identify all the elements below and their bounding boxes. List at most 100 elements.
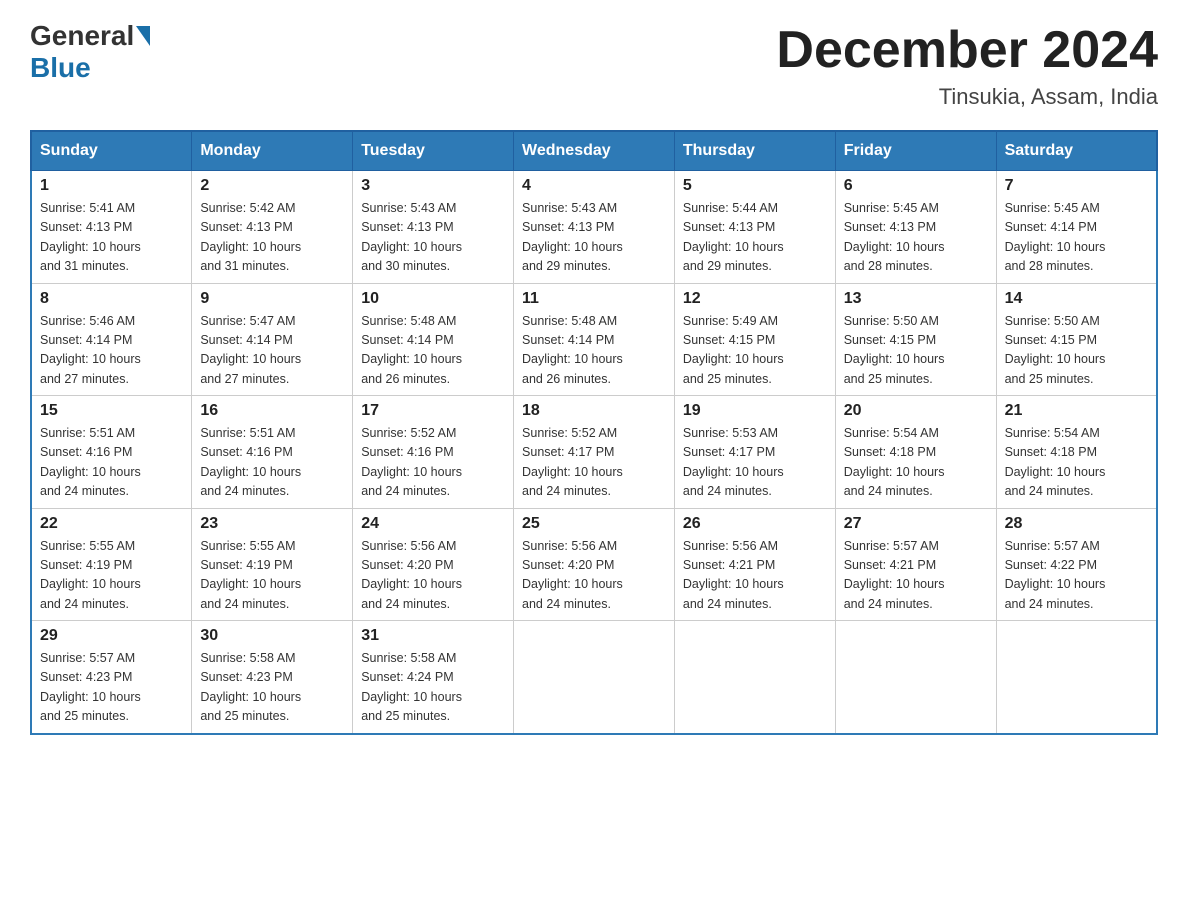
day-number: 7 [1005, 177, 1148, 195]
day-info: Sunrise: 5:52 AM Sunset: 4:17 PM Dayligh… [522, 424, 666, 502]
table-row: 7 Sunrise: 5:45 AM Sunset: 4:14 PM Dayli… [996, 171, 1157, 284]
table-row [996, 621, 1157, 734]
day-info: Sunrise: 5:49 AM Sunset: 4:15 PM Dayligh… [683, 312, 827, 390]
day-info: Sunrise: 5:44 AM Sunset: 4:13 PM Dayligh… [683, 199, 827, 277]
day-info: Sunrise: 5:56 AM Sunset: 4:20 PM Dayligh… [361, 537, 505, 615]
table-row: 21 Sunrise: 5:54 AM Sunset: 4:18 PM Dayl… [996, 396, 1157, 509]
calendar-header-row: Sunday Monday Tuesday Wednesday Thursday… [31, 131, 1157, 171]
table-row: 12 Sunrise: 5:49 AM Sunset: 4:15 PM Dayl… [674, 283, 835, 396]
table-row: 1 Sunrise: 5:41 AM Sunset: 4:13 PM Dayli… [31, 171, 192, 284]
table-row: 26 Sunrise: 5:56 AM Sunset: 4:21 PM Dayl… [674, 508, 835, 621]
day-number: 15 [40, 402, 183, 420]
col-tuesday: Tuesday [353, 131, 514, 171]
location-text: Tinsukia, Assam, India [776, 84, 1158, 110]
table-row: 2 Sunrise: 5:42 AM Sunset: 4:13 PM Dayli… [192, 171, 353, 284]
day-number: 3 [361, 177, 505, 195]
day-number: 20 [844, 402, 988, 420]
table-row: 29 Sunrise: 5:57 AM Sunset: 4:23 PM Dayl… [31, 621, 192, 734]
col-thursday: Thursday [674, 131, 835, 171]
day-info: Sunrise: 5:54 AM Sunset: 4:18 PM Dayligh… [844, 424, 988, 502]
day-number: 16 [200, 402, 344, 420]
table-row [514, 621, 675, 734]
day-number: 5 [683, 177, 827, 195]
day-info: Sunrise: 5:42 AM Sunset: 4:13 PM Dayligh… [200, 199, 344, 277]
table-row: 24 Sunrise: 5:56 AM Sunset: 4:20 PM Dayl… [353, 508, 514, 621]
day-info: Sunrise: 5:43 AM Sunset: 4:13 PM Dayligh… [361, 199, 505, 277]
table-row: 16 Sunrise: 5:51 AM Sunset: 4:16 PM Dayl… [192, 396, 353, 509]
day-number: 24 [361, 515, 505, 533]
table-row [674, 621, 835, 734]
table-row: 11 Sunrise: 5:48 AM Sunset: 4:14 PM Dayl… [514, 283, 675, 396]
day-number: 4 [522, 177, 666, 195]
day-number: 28 [1005, 515, 1148, 533]
table-row: 30 Sunrise: 5:58 AM Sunset: 4:23 PM Dayl… [192, 621, 353, 734]
table-row: 27 Sunrise: 5:57 AM Sunset: 4:21 PM Dayl… [835, 508, 996, 621]
col-friday: Friday [835, 131, 996, 171]
day-info: Sunrise: 5:41 AM Sunset: 4:13 PM Dayligh… [40, 199, 183, 277]
day-info: Sunrise: 5:57 AM Sunset: 4:21 PM Dayligh… [844, 537, 988, 615]
table-row: 19 Sunrise: 5:53 AM Sunset: 4:17 PM Dayl… [674, 396, 835, 509]
table-row: 6 Sunrise: 5:45 AM Sunset: 4:13 PM Dayli… [835, 171, 996, 284]
table-row: 13 Sunrise: 5:50 AM Sunset: 4:15 PM Dayl… [835, 283, 996, 396]
table-row: 18 Sunrise: 5:52 AM Sunset: 4:17 PM Dayl… [514, 396, 675, 509]
day-info: Sunrise: 5:57 AM Sunset: 4:22 PM Dayligh… [1005, 537, 1148, 615]
day-number: 14 [1005, 290, 1148, 308]
table-row: 14 Sunrise: 5:50 AM Sunset: 4:15 PM Dayl… [996, 283, 1157, 396]
day-number: 27 [844, 515, 988, 533]
day-number: 1 [40, 177, 183, 195]
day-info: Sunrise: 5:53 AM Sunset: 4:17 PM Dayligh… [683, 424, 827, 502]
logo-arrow-icon [136, 26, 150, 46]
day-info: Sunrise: 5:58 AM Sunset: 4:24 PM Dayligh… [361, 649, 505, 727]
day-info: Sunrise: 5:46 AM Sunset: 4:14 PM Dayligh… [40, 312, 183, 390]
day-number: 13 [844, 290, 988, 308]
day-number: 23 [200, 515, 344, 533]
day-info: Sunrise: 5:58 AM Sunset: 4:23 PM Dayligh… [200, 649, 344, 727]
day-info: Sunrise: 5:55 AM Sunset: 4:19 PM Dayligh… [200, 537, 344, 615]
day-number: 6 [844, 177, 988, 195]
table-row: 15 Sunrise: 5:51 AM Sunset: 4:16 PM Dayl… [31, 396, 192, 509]
col-monday: Monday [192, 131, 353, 171]
table-row: 4 Sunrise: 5:43 AM Sunset: 4:13 PM Dayli… [514, 171, 675, 284]
day-info: Sunrise: 5:57 AM Sunset: 4:23 PM Dayligh… [40, 649, 183, 727]
day-number: 19 [683, 402, 827, 420]
table-row: 31 Sunrise: 5:58 AM Sunset: 4:24 PM Dayl… [353, 621, 514, 734]
day-number: 30 [200, 627, 344, 645]
day-info: Sunrise: 5:48 AM Sunset: 4:14 PM Dayligh… [522, 312, 666, 390]
table-row: 10 Sunrise: 5:48 AM Sunset: 4:14 PM Dayl… [353, 283, 514, 396]
day-info: Sunrise: 5:43 AM Sunset: 4:13 PM Dayligh… [522, 199, 666, 277]
day-info: Sunrise: 5:50 AM Sunset: 4:15 PM Dayligh… [1005, 312, 1148, 390]
table-row: 22 Sunrise: 5:55 AM Sunset: 4:19 PM Dayl… [31, 508, 192, 621]
day-info: Sunrise: 5:56 AM Sunset: 4:21 PM Dayligh… [683, 537, 827, 615]
table-row: 8 Sunrise: 5:46 AM Sunset: 4:14 PM Dayli… [31, 283, 192, 396]
table-row: 20 Sunrise: 5:54 AM Sunset: 4:18 PM Dayl… [835, 396, 996, 509]
calendar-week-3: 15 Sunrise: 5:51 AM Sunset: 4:16 PM Dayl… [31, 396, 1157, 509]
calendar-table: Sunday Monday Tuesday Wednesday Thursday… [30, 130, 1158, 735]
calendar-week-5: 29 Sunrise: 5:57 AM Sunset: 4:23 PM Dayl… [31, 621, 1157, 734]
col-wednesday: Wednesday [514, 131, 675, 171]
logo: General Blue [30, 20, 152, 84]
day-number: 8 [40, 290, 183, 308]
day-number: 21 [1005, 402, 1148, 420]
day-number: 25 [522, 515, 666, 533]
day-number: 29 [40, 627, 183, 645]
day-info: Sunrise: 5:52 AM Sunset: 4:16 PM Dayligh… [361, 424, 505, 502]
table-row: 9 Sunrise: 5:47 AM Sunset: 4:14 PM Dayli… [192, 283, 353, 396]
day-number: 12 [683, 290, 827, 308]
logo-general-text: General [30, 20, 134, 52]
table-row [835, 621, 996, 734]
day-number: 26 [683, 515, 827, 533]
day-info: Sunrise: 5:55 AM Sunset: 4:19 PM Dayligh… [40, 537, 183, 615]
logo-blue-text: Blue [30, 52, 91, 83]
day-info: Sunrise: 5:54 AM Sunset: 4:18 PM Dayligh… [1005, 424, 1148, 502]
calendar-week-4: 22 Sunrise: 5:55 AM Sunset: 4:19 PM Dayl… [31, 508, 1157, 621]
table-row: 28 Sunrise: 5:57 AM Sunset: 4:22 PM Dayl… [996, 508, 1157, 621]
day-info: Sunrise: 5:45 AM Sunset: 4:13 PM Dayligh… [844, 199, 988, 277]
day-info: Sunrise: 5:51 AM Sunset: 4:16 PM Dayligh… [200, 424, 344, 502]
table-row: 25 Sunrise: 5:56 AM Sunset: 4:20 PM Dayl… [514, 508, 675, 621]
calendar-week-2: 8 Sunrise: 5:46 AM Sunset: 4:14 PM Dayli… [31, 283, 1157, 396]
day-info: Sunrise: 5:56 AM Sunset: 4:20 PM Dayligh… [522, 537, 666, 615]
col-sunday: Sunday [31, 131, 192, 171]
day-number: 2 [200, 177, 344, 195]
table-row: 23 Sunrise: 5:55 AM Sunset: 4:19 PM Dayl… [192, 508, 353, 621]
day-info: Sunrise: 5:48 AM Sunset: 4:14 PM Dayligh… [361, 312, 505, 390]
